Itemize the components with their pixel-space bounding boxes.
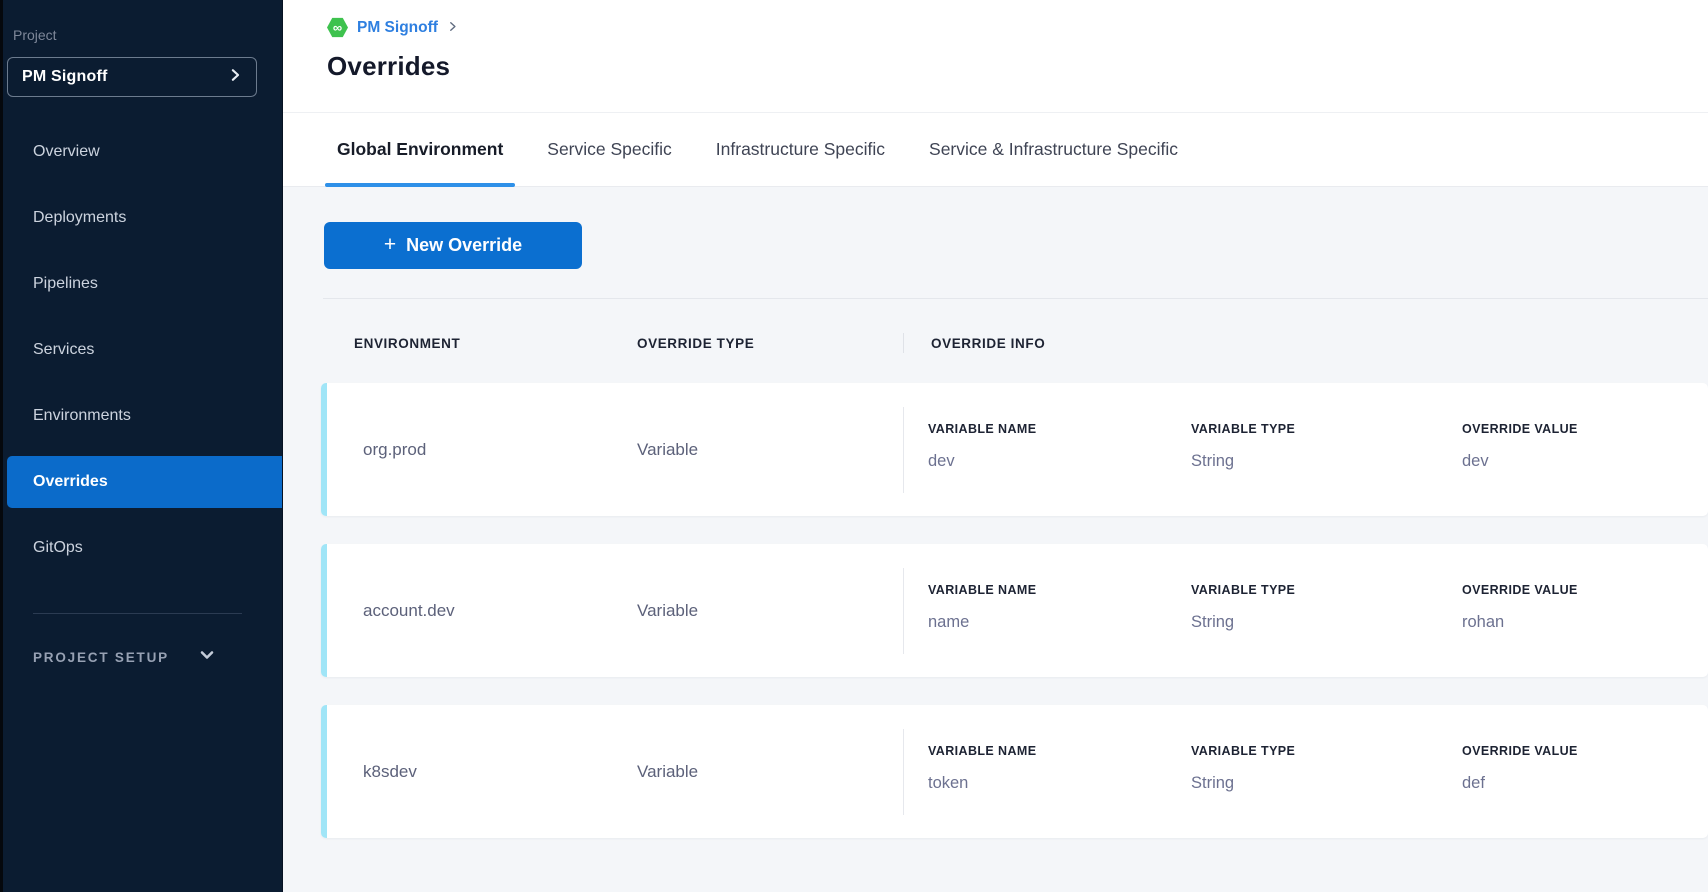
breadcrumb-chevron-icon (447, 19, 458, 37)
chevron-down-icon (199, 647, 215, 668)
sidebar-item-deployments[interactable]: Deployments (7, 192, 282, 244)
variable-type-label: VARIABLE TYPE (1191, 422, 1462, 436)
tab-service-specific[interactable]: Service Specific (547, 113, 672, 186)
sidebar-item-pipelines[interactable]: Pipelines (7, 258, 282, 310)
tab-service-infrastructure-specific[interactable]: Service & Infrastructure Specific (929, 113, 1178, 186)
row-override-type: Variable (637, 705, 903, 838)
row-accent-bar (321, 705, 327, 838)
override-value-value: dev (1462, 452, 1708, 471)
variable-type-value: String (1191, 452, 1462, 471)
project-selector[interactable]: PM Signoff (7, 57, 257, 97)
row-override-type: Variable (637, 383, 903, 516)
row-override-info: VARIABLE NAME dev VARIABLE TYPE String O… (904, 383, 1708, 516)
row-accent-bar (321, 383, 327, 516)
sidebar-item-gitops[interactable]: GitOps (7, 522, 282, 574)
sidebar-item-overview[interactable]: Overview (7, 126, 282, 178)
table-header-row: ENVIRONMENT OVERRIDE TYPE OVERRIDE INFO (321, 299, 1708, 353)
row-accent-bar (321, 544, 327, 677)
project-selector-value: PM Signoff (22, 68, 108, 86)
project-scope-label: Project (13, 27, 282, 43)
variable-name-label: VARIABLE NAME (928, 583, 1191, 597)
row-environment: account.dev (327, 544, 637, 677)
variable-name-value: dev (928, 452, 1191, 471)
row-override-type: Variable (637, 544, 903, 677)
column-header-override-info: OVERRIDE INFO (904, 336, 1045, 351)
row-environment: k8sdev (327, 705, 637, 838)
override-value-value: def (1462, 774, 1708, 793)
plus-icon: + (384, 234, 396, 255)
chevron-right-icon (228, 68, 242, 87)
table-body: org.prod Variable VARIABLE NAME dev VARI… (321, 383, 1708, 838)
sidebar-item-services[interactable]: Services (7, 324, 282, 376)
page-header: ∞ PM Signoff Overrides (283, 0, 1708, 112)
row-override-info: VARIABLE NAME token VARIABLE TYPE String… (904, 705, 1708, 838)
override-value-label: OVERRIDE VALUE (1462, 422, 1708, 436)
project-setup-toggle[interactable]: PROJECT SETUP (3, 647, 282, 668)
override-row[interactable]: org.prod Variable VARIABLE NAME dev VARI… (321, 383, 1708, 516)
variable-name-value: name (928, 613, 1191, 632)
sidebar-item-overrides[interactable]: Overrides (7, 456, 282, 508)
row-override-info: VARIABLE NAME name VARIABLE TYPE String … (904, 544, 1708, 677)
new-override-button[interactable]: + New Override (324, 222, 582, 269)
override-scope-tabs: Global Environment Service Specific Infr… (283, 112, 1708, 187)
page-title: Overrides (327, 51, 1708, 82)
column-header-environment: ENVIRONMENT (327, 336, 637, 351)
variable-type-value: String (1191, 774, 1462, 793)
column-header-override-type: OVERRIDE TYPE (637, 336, 903, 351)
project-setup-label: PROJECT SETUP (33, 650, 169, 665)
cd-module-icon: ∞ (327, 17, 348, 38)
project-sidebar: Project PM Signoff Overview Deployments … (0, 0, 283, 892)
overrides-table: ENVIRONMENT OVERRIDE TYPE OVERRIDE INFO … (283, 298, 1708, 838)
overrides-content: + New Override ENVIRONMENT OVERRIDE TYPE… (283, 187, 1708, 892)
override-row[interactable]: account.dev Variable VARIABLE NAME name … (321, 544, 1708, 677)
override-value-label: OVERRIDE VALUE (1462, 744, 1708, 758)
variable-type-label: VARIABLE TYPE (1191, 583, 1462, 597)
row-environment: org.prod (327, 383, 637, 516)
variable-name-label: VARIABLE NAME (928, 422, 1191, 436)
breadcrumb-project-link[interactable]: PM Signoff (357, 19, 438, 37)
variable-name-label: VARIABLE NAME (928, 744, 1191, 758)
override-value-value: rohan (1462, 613, 1708, 632)
variable-name-value: token (928, 774, 1191, 793)
new-override-button-label: New Override (406, 235, 522, 256)
sidebar-divider (33, 613, 242, 614)
main-panel: ∞ PM Signoff Overrides Global Environmen… (283, 0, 1708, 892)
tab-infrastructure-specific[interactable]: Infrastructure Specific (716, 113, 885, 186)
sidebar-nav: Overview Deployments Pipelines Services … (3, 97, 282, 574)
override-value-label: OVERRIDE VALUE (1462, 583, 1708, 597)
tab-global-environment[interactable]: Global Environment (337, 113, 503, 186)
override-row[interactable]: k8sdev Variable VARIABLE NAME token VARI… (321, 705, 1708, 838)
variable-type-label: VARIABLE TYPE (1191, 744, 1462, 758)
variable-type-value: String (1191, 613, 1462, 632)
sidebar-item-environments[interactable]: Environments (7, 390, 282, 442)
breadcrumb: ∞ PM Signoff (327, 17, 1708, 38)
app-window: Project PM Signoff Overview Deployments … (0, 0, 1708, 892)
